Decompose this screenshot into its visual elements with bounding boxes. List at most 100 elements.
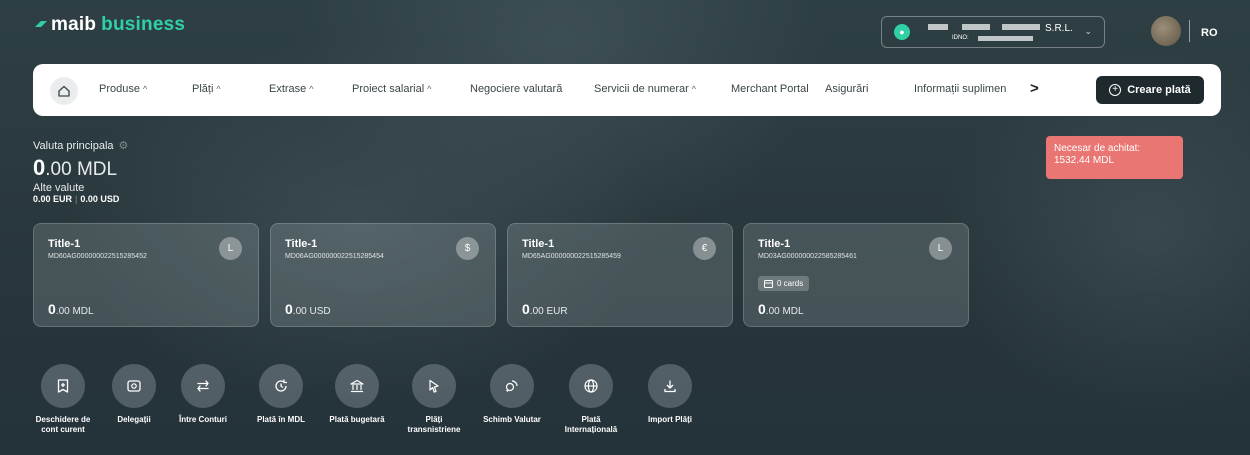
settings-icon[interactable]: ⚙ [119,140,129,152]
nav-item-label: Servicii de numerar [594,83,689,95]
redacted-name [962,24,990,30]
action-button[interactable] [648,364,692,408]
action-open-account[interactable]: Deschidere de cont curent [28,364,98,435]
nav-item-servicii-numerar[interactable]: Servicii de numerar ^ [594,83,696,95]
account-balance: 0.00 MDL [48,301,94,317]
cards-count-label: 0 cards [777,279,804,288]
account-card[interactable]: Title-1 MD60AG000000022515285452 L 0.00 … [33,223,259,327]
account-card[interactable]: Title-1 MD06AG000000022515285454 $ 0.00 … [270,223,496,327]
account-card[interactable]: Title-1 MD03AG000000022585285461 L 0 car… [743,223,969,327]
action-budget-payment[interactable]: Plată bugetară [322,364,392,425]
avatar[interactable] [1151,16,1181,46]
brand-logo[interactable]: maib business [34,14,185,36]
nav-item-produse[interactable]: Produse ^ [99,83,147,95]
action-label: Între Conturi [179,415,227,424]
action-button[interactable] [335,364,379,408]
nav-item-label: Extrase [269,83,307,95]
brand-name: maib [51,14,97,35]
action-button[interactable] [41,364,85,408]
account-balance-dec: .00 EUR [529,306,568,317]
separator: | [75,194,78,204]
action-label: Plată în MDL [256,415,305,424]
create-payment-label: Creare plată [1127,84,1191,96]
account-iban: MD65AG000000022515285459 [522,253,621,260]
account-title: Title-1 [285,238,318,250]
action-button[interactable] [569,364,613,408]
main-nav: Produse ^ Plăți ^ Extrase ^ Proiect salaria… [33,64,1221,116]
nav-item-merchant-portal[interactable]: Merchant Portal [731,83,809,95]
main-balance-dec: .00 MDL [45,159,118,180]
chevron-up-icon: ^ [691,84,696,94]
create-payment-button[interactable]: + Creare plată [1096,76,1204,104]
account-balance-int: 0 [522,301,530,317]
pointer-icon [429,379,439,393]
account-iban: MD03AG000000022585285461 [758,253,857,260]
main-currency-text: Valuta principala [33,140,114,152]
chevron-up-icon: ^ [216,84,221,94]
company-selector[interactable]: ● S.R.L. IDNO: ⌄ [881,16,1105,48]
chevron-up-icon: ^ [142,84,148,94]
action-delegations[interactable]: Delegații [99,364,169,425]
action-international-payment[interactable]: Plată Internațională [556,364,626,435]
nav-item-label: Informații suplimen [914,83,1007,95]
other-currencies-label: Alte valute [33,182,85,194]
company-name-suffix: S.R.L. [1045,23,1073,34]
nav-item-negociere-valutara[interactable]: Negociere valutară [470,83,562,95]
action-payment-mdl[interactable]: Plată în MDL [246,364,316,425]
main-balance-int: 0 [33,155,46,180]
globe-icon [584,379,598,393]
amount-due-label: Necesar de achitat: [1054,143,1141,154]
nav-item-extrase[interactable]: Extrase ^ [269,83,314,95]
account-card[interactable]: Title-1 MD65AG000000022515285459 € 0.00 … [507,223,733,327]
id-card-icon [127,380,141,392]
action-button[interactable] [112,364,156,408]
company-logo-icon: ● [894,24,910,40]
action-label: Import Plăți [647,415,692,424]
eur-balance: 0.00 EUR [33,194,73,204]
action-button[interactable] [490,364,534,408]
action-label: Plată Internațională [564,415,618,434]
nav-item-plati[interactable]: Plăți ^ [192,83,221,95]
language-switch[interactable]: RO [1201,27,1218,39]
redacted-idno [978,36,1033,41]
brand-suffix: business [101,14,186,35]
action-label: Plăți transnistriene [407,415,461,434]
divider [1189,20,1190,42]
action-transnistrian-payments[interactable]: Plăți transnistriene [399,364,469,435]
nav-item-asigurari[interactable]: Asigurări [825,83,868,95]
action-label: Plată bugetară [329,415,385,424]
amount-due-value: 1532.44 MDL [1054,155,1115,166]
nav-scroll-right-icon[interactable]: > [1030,80,1039,97]
account-balance-int: 0 [758,301,766,317]
card-icon [764,279,773,288]
maib-logo-icon [35,21,47,27]
account-balance: 0.00 MDL [758,301,804,317]
currency-leu-icon: L [929,237,952,260]
cards-count-badge[interactable]: 0 cards [758,276,810,291]
nav-item-label: Negociere valutară [470,83,563,95]
nav-item-proiect-salarial[interactable]: Proiect salarial ^ [352,83,431,95]
nav-item-label: Produse [99,83,140,95]
action-button[interactable] [259,364,303,408]
bank-icon [350,379,364,393]
nav-item-label: Asigurări [825,83,869,95]
main-currency-label: Valuta principala ⚙ [33,139,128,152]
account-balance: 0.00 USD [285,301,331,317]
action-button[interactable] [181,364,225,408]
currency-leu-icon: L [219,237,242,260]
transfer-arrows-icon [197,380,209,392]
redacted-name [928,24,948,30]
nav-item-informatii[interactable]: Informații suplimen [914,83,1006,95]
action-currency-exchange[interactable]: Schimb Valutar [477,364,547,425]
home-icon [58,85,70,97]
chevron-up-icon: ^ [309,84,314,94]
account-title: Title-1 [758,238,791,250]
account-balance-int: 0 [285,301,293,317]
amount-due-badge[interactable]: Necesar de achitat: 1532.44 MDL [1046,136,1183,179]
action-import-payments[interactable]: Import Plăți [635,364,705,425]
action-button[interactable] [412,364,456,408]
other-currencies-values: 0.00 EUR | 0.00 USD [33,194,119,204]
action-between-accounts[interactable]: Între Conturi [168,364,238,425]
action-label: Schimb Valutar [483,415,541,424]
home-button[interactable] [50,77,78,105]
